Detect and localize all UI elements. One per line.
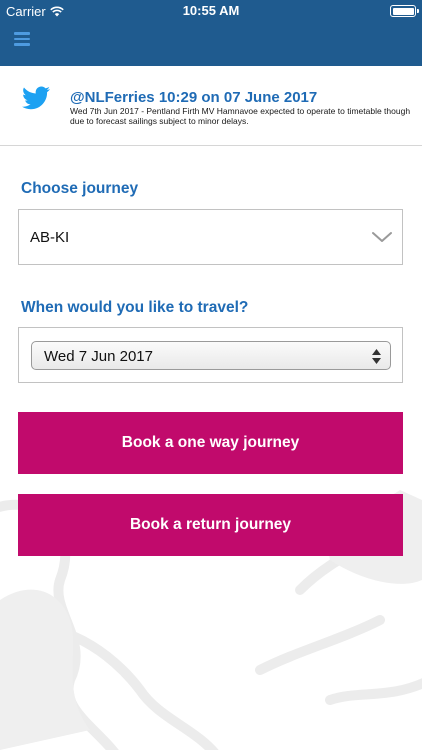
travel-date-label: When would you like to travel? — [21, 299, 249, 316]
hamburger-menu-icon[interactable] — [14, 28, 38, 50]
tweet-title: @NLFerries 10:29 on 07 June 2017 — [70, 89, 318, 106]
twitter-bird-icon — [22, 86, 50, 110]
journey-select[interactable]: AB-KI — [18, 209, 403, 265]
battery-icon — [390, 5, 419, 17]
stepper-arrows-icon — [372, 349, 381, 364]
travel-date-select[interactable]: Wed 7 Jun 2017 — [31, 341, 391, 370]
book-return-button[interactable]: Book a return journey — [18, 494, 403, 556]
app-header: Carrier 10:55 AM — [0, 0, 422, 66]
status-bar: Carrier 10:55 AM — [0, 0, 422, 22]
status-time: 10:55 AM — [182, 3, 240, 18]
tweet-text: Wed 7th Jun 2017 - Pentland Firth MV Ham… — [70, 106, 411, 126]
travel-date-value: Wed 7 Jun 2017 — [44, 348, 153, 365]
chevron-down-icon — [372, 232, 392, 242]
tweet-banner[interactable]: @NLFerries 10:29 on 07 June 2017 Wed 7th… — [0, 66, 422, 146]
travel-date-container: Wed 7 Jun 2017 — [18, 327, 403, 383]
choose-journey-label: Choose journey — [21, 180, 139, 197]
book-one-way-button[interactable]: Book a one way journey — [18, 412, 403, 474]
journey-select-value: AB-KI — [30, 229, 70, 246]
